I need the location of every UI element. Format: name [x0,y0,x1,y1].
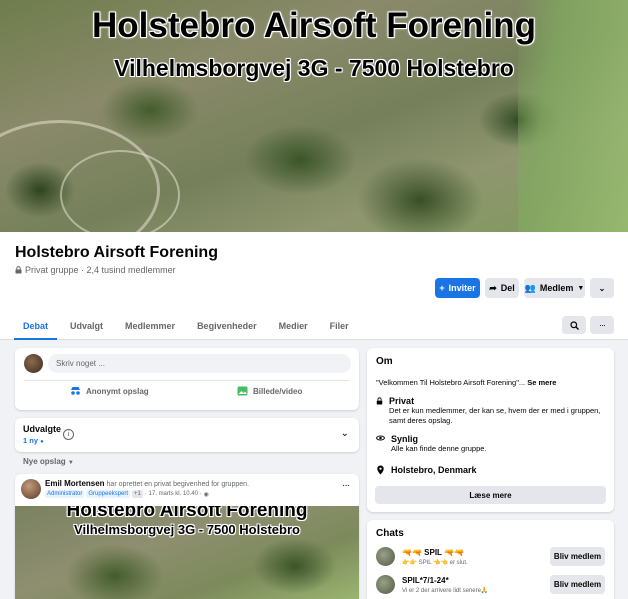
chat-preview: Vi er 2 der arrivere lidt senere🙏 [402,588,489,594]
post-image-subtitle: Vilhelmsborgvej 3G - 7500 Holstebro [74,522,300,537]
more-options-button[interactable]: ⌄ [590,278,614,298]
tab-debat[interactable]: Debat [12,312,59,340]
chat-preview: 👉👉 SPIL 👈👈 er slut. [402,560,468,566]
invite-button[interactable]: + Inviter [435,278,480,298]
join-chat-button[interactable]: Bliv medlem [550,547,605,566]
people-icon: 👥 [524,282,536,293]
privacy-description: Det er kun medlemmer, der kan se, hvem d… [389,406,601,426]
lock-icon [376,397,383,405]
tab-begivenheder[interactable]: Begivenheder [186,312,268,340]
cover-track [60,150,180,232]
tab-medlemmer[interactable]: Medlemmer [114,312,186,340]
visibility-title: Synlig [391,434,419,444]
cover-photo: Holstebro Airsoft Forening Vilhelmsborgv… [0,0,628,232]
info-icon[interactable]: i [63,429,74,440]
sort-dropdown[interactable]: Nye opslag ▼ [23,457,74,466]
chat-avatar [376,547,395,566]
admin-badge[interactable]: Administrator [45,490,85,498]
tab-medier[interactable]: Medier [268,312,319,340]
member-button[interactable]: 👥 Medlem ▼ [524,278,585,298]
share-button[interactable]: ➦ Del [485,278,519,298]
chat-item[interactable]: 🔫🔫 SPIL 🔫🔫 👉👉 SPIL 👈👈 er slut. Bliv medl… [376,545,605,571]
composer-card: Skriv noget ... Anonymt opslag Billede/v… [15,348,359,410]
eye-icon [376,435,385,441]
caret-down-icon: ▼ [67,460,74,466]
expert-badge[interactable]: Gruppeekspert [86,490,131,498]
visibility-description: Alle kan finde denne gruppe. [391,444,487,453]
anonymous-post-button[interactable]: Anonymt opslag [70,386,149,396]
sort-label: Nye opslag [23,457,66,466]
globe-icon: ◉ [203,491,209,498]
group-meta-text: Privat gruppe · 2,4 tusind medlemmer [25,265,176,275]
featured-title: Udvalgte [23,424,62,434]
divider [24,380,350,381]
post-action: har oprettet en privat begivenhed for gr… [106,481,249,488]
tab-filer[interactable]: Filer [319,312,360,340]
chat-name: SPIL*7/1-24* [402,576,449,585]
chat-item[interactable]: SPIL*7/1-24* Vi er 2 der arrivere lidt s… [376,573,605,599]
join-chat-button[interactable]: Bliv medlem [550,575,605,594]
cover-subtitle: Vilhelmsborgvej 3G - 7500 Holstebro [114,55,514,81]
featured-count: 1 ny ● [23,436,44,445]
photo-icon [237,386,248,396]
cover-title: Holstebro Airsoft Forening [92,6,536,45]
post-meta: Administrator Gruppeekspert +1 · 17. mar… [45,490,209,498]
ellipsis-icon: ··· [599,320,606,330]
visibility-row: Synlig Alle kan finde denne gruppe. [376,434,606,454]
photo-video-button[interactable]: Billede/video [237,386,302,396]
about-heading: Om [376,356,393,367]
location-text[interactable]: Holstebro, Denmark [391,465,477,475]
location-row: Holstebro, Denmark [376,465,477,475]
chevron-down-icon: ⌄ [598,283,606,293]
member-label: Medlem [539,283,574,293]
featured-card[interactable]: Udvalgte 1 ny ● i ⌄ [15,418,359,452]
search-icon [569,320,579,330]
group-name[interactable]: Holstebro Airsoft Forening [15,244,218,262]
group-tabs: Debat Udvalgt Medlemmer Begivenheder Med… [12,312,360,340]
privacy-row: Privat Det er kun medlemmer, der kan se,… [376,396,606,426]
anonymous-icon [71,387,80,395]
post-author[interactable]: Emil Mortensen [45,479,105,488]
lock-icon [15,266,22,274]
new-dot-icon: ● [40,439,44,445]
privacy-title: Privat [389,396,415,406]
post-header: Emil Mortensen har oprettet en privat be… [45,479,249,488]
avatar[interactable] [24,354,43,373]
caret-down-icon: ▼ [577,284,585,292]
more-tabs-button[interactable]: ··· [590,316,614,334]
composer-input[interactable]: Skriv noget ... [48,354,351,373]
chats-card: Chats 🔫🔫 SPIL 🔫🔫 👉👉 SPIL 👈👈 er slut. Bli… [367,520,614,599]
tab-udvalgt[interactable]: Udvalgt [59,312,114,340]
post-time[interactable]: · 17. marts kl. 10.40 · [145,491,202,497]
see-more-link[interactable]: Se mere [527,378,556,387]
about-quote: "Velkommen Til Holstebro Airsoft Forenin… [376,378,556,387]
post-image-title: Holstebro Airsoft Forening [66,506,308,521]
location-pin-icon [377,465,384,475]
more-badges[interactable]: +1 [132,490,143,498]
group-header: Holstebro Airsoft Forening Privat gruppe… [0,232,628,340]
anonymous-post-label: Anonymt opslag [86,386,149,396]
plus-icon: + [439,283,445,293]
avatar[interactable] [21,479,41,499]
photo-video-label: Billede/video [253,386,303,396]
post-card: Emil Mortensen har oprettet en privat be… [15,474,359,599]
chat-avatar [376,575,395,594]
share-icon: ➦ [489,282,497,293]
about-card: Om "Velkommen Til Holstebro Airsoft Fore… [367,348,614,512]
invite-label: Inviter [448,283,476,293]
share-label: Del [500,283,515,293]
about-quote-text: "Velkommen Til Holstebro Airsoft Forenin… [376,378,526,387]
search-button[interactable] [562,316,586,334]
learn-more-button[interactable]: Læse mere [375,486,606,504]
chat-name: 🔫🔫 SPIL 🔫🔫 [402,548,464,557]
group-meta: Privat gruppe · 2,4 tusind medlemmer [15,265,176,275]
featured-count-text: 1 ny [23,436,39,445]
chats-heading: Chats [376,528,404,539]
chevron-down-icon[interactable]: ⌄ [341,428,349,439]
ellipsis-icon[interactable]: ··· [342,480,350,491]
post-image[interactable]: Holstebro Airsoft Forening Vilhelmsborgv… [15,506,359,599]
